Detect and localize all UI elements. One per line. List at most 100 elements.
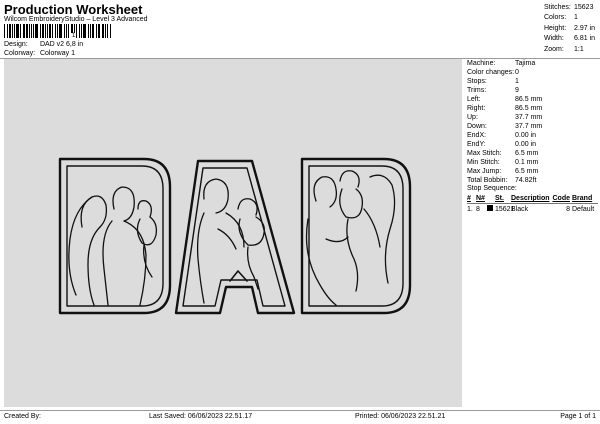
property-row: Max Stitch: 6.5 mm	[467, 149, 597, 158]
row-stitches: 15621	[495, 205, 515, 213]
figures-a	[196, 178, 265, 304]
property-value: 0.1 mm	[515, 159, 539, 166]
barcode-bar	[31, 24, 33, 38]
col-header-n: N#	[476, 195, 485, 202]
barcode-bar	[33, 24, 35, 38]
barcode-number: 1	[71, 33, 77, 39]
barcode-bar	[81, 24, 83, 38]
property-label: Max Jump:	[467, 168, 502, 175]
letter-d2-inner	[308, 165, 404, 307]
barcode-bar	[52, 24, 54, 38]
col-header-num: #	[467, 195, 471, 202]
machine-properties: Machine: Tajima Color changes: 0 Stops: 1 T…	[467, 59, 597, 185]
property-value: 86.5 mm	[515, 96, 543, 103]
property-label: EndX:	[467, 132, 487, 139]
property-value: 1	[515, 78, 519, 85]
barcode-bar	[49, 24, 52, 38]
stat-row: Height: 2.97 in	[544, 23, 598, 34]
stat-value: 2.97 in	[574, 24, 596, 32]
row-needle: 8	[476, 205, 480, 213]
property-value: 0.00 in	[515, 132, 537, 139]
stat-row: Width: 6.81 in	[544, 34, 598, 45]
stop-sequence-header: # N# St. Description Code Brand	[467, 194, 598, 204]
property-value: 0	[515, 69, 519, 76]
barcode-bar	[47, 24, 49, 38]
property-row: Right: 86.5 mm	[467, 104, 597, 113]
design-barcode	[4, 24, 112, 38]
barcode-bar	[44, 24, 46, 38]
property-value: 0.00 in	[515, 141, 537, 148]
footer-divider	[0, 410, 600, 411]
property-row: Up: 37.7 mm	[467, 113, 597, 122]
col-header-brand: Brand	[572, 195, 593, 202]
row-code: 8	[566, 205, 570, 213]
colorway-value: Colorway 1	[39, 50, 75, 57]
barcode-bar	[55, 24, 56, 38]
figures-d1	[68, 186, 158, 306]
property-value: 86.5 mm	[515, 105, 543, 112]
property-row: Total Bobbin: 74.82ft	[467, 176, 597, 185]
stat-value: 1:1	[574, 45, 584, 53]
stat-row: Zoom: 1:1	[544, 44, 598, 55]
last-saved: Last Saved: 06/06/2023 22.51.17	[149, 413, 253, 420]
property-row: Left: 86.5 mm	[467, 95, 597, 104]
property-label: Min Stitch:	[467, 159, 500, 166]
barcode-bar	[78, 24, 81, 38]
property-label: Down:	[467, 123, 487, 130]
col-header-code: Code	[552, 195, 571, 202]
letter-d-inner	[66, 165, 164, 307]
barcode-bar	[89, 24, 91, 38]
property-row: Machine: Tajima	[467, 59, 597, 68]
stat-label: Zoom:	[544, 45, 564, 53]
property-value: 37.7 mm	[515, 123, 543, 130]
barcode-bar	[11, 24, 13, 38]
worksheet-title: Production Worksheet	[4, 2, 143, 17]
stop-sequence-title: Stop Sequence:	[467, 185, 517, 192]
barcode-bar	[25, 24, 28, 38]
barcode-bar	[63, 24, 66, 38]
barcode-bar	[66, 24, 68, 38]
created-by: Created By:	[4, 413, 41, 420]
table-row: 1. 8 15621 Black 8 Default	[467, 204, 598, 214]
barcode-bar	[4, 24, 5, 38]
property-row: Trims: 9	[467, 86, 597, 95]
stat-row: Stitches: 15623	[544, 2, 598, 13]
barcode-bar	[68, 24, 70, 38]
property-label: Stops:	[467, 78, 487, 85]
property-row: EndY: 0.00 in	[467, 140, 597, 149]
barcode-bar	[14, 24, 16, 38]
stat-label: Stitches:	[544, 3, 571, 11]
property-label: Up:	[467, 114, 478, 121]
design-row: Design: DAD v2 6,8 in	[4, 41, 83, 48]
property-value: 6.5 mm	[515, 150, 539, 157]
stat-value: 6.81 in	[574, 35, 596, 43]
property-row: Min Stitch: 0.1 mm	[467, 158, 597, 167]
software-subtitle: Wilcom EmbroideryStudio – Level 3 Advanc…	[4, 16, 148, 23]
page-number: Page 1 of 1	[560, 413, 596, 420]
property-label: EndY:	[467, 141, 486, 148]
property-value: 9	[515, 87, 519, 94]
property-label: Machine:	[467, 60, 496, 67]
barcode-bar	[20, 24, 21, 38]
barcode-bar	[8, 24, 11, 38]
colorway-label: Colorway:	[4, 50, 36, 57]
row-description: Black	[511, 205, 529, 213]
property-label: Right:	[467, 105, 486, 112]
barcode-bar	[39, 24, 41, 38]
barcode-bar	[97, 24, 99, 38]
barcode-bar	[91, 24, 94, 38]
design-value: DAD v2 6,8 in	[39, 41, 84, 48]
printed-date: Printed: 06/06/2023 22.51.21	[355, 413, 446, 420]
stat-label: Width:	[544, 35, 564, 43]
stat-value: 1	[574, 14, 578, 22]
design-artwork	[58, 157, 412, 315]
col-header-stitches: St.	[495, 195, 504, 202]
property-row: Color changes: 0	[467, 68, 597, 77]
barcode-bar	[102, 24, 105, 38]
property-row: EndX: 0.00 in	[467, 131, 597, 140]
property-label: Total Bobbin:	[467, 177, 508, 184]
property-row: Max Jump: 6.5 mm	[467, 167, 597, 176]
barcode-bar	[99, 24, 101, 38]
barcode-bar	[22, 24, 25, 38]
property-row: Down: 37.7 mm	[467, 122, 597, 131]
